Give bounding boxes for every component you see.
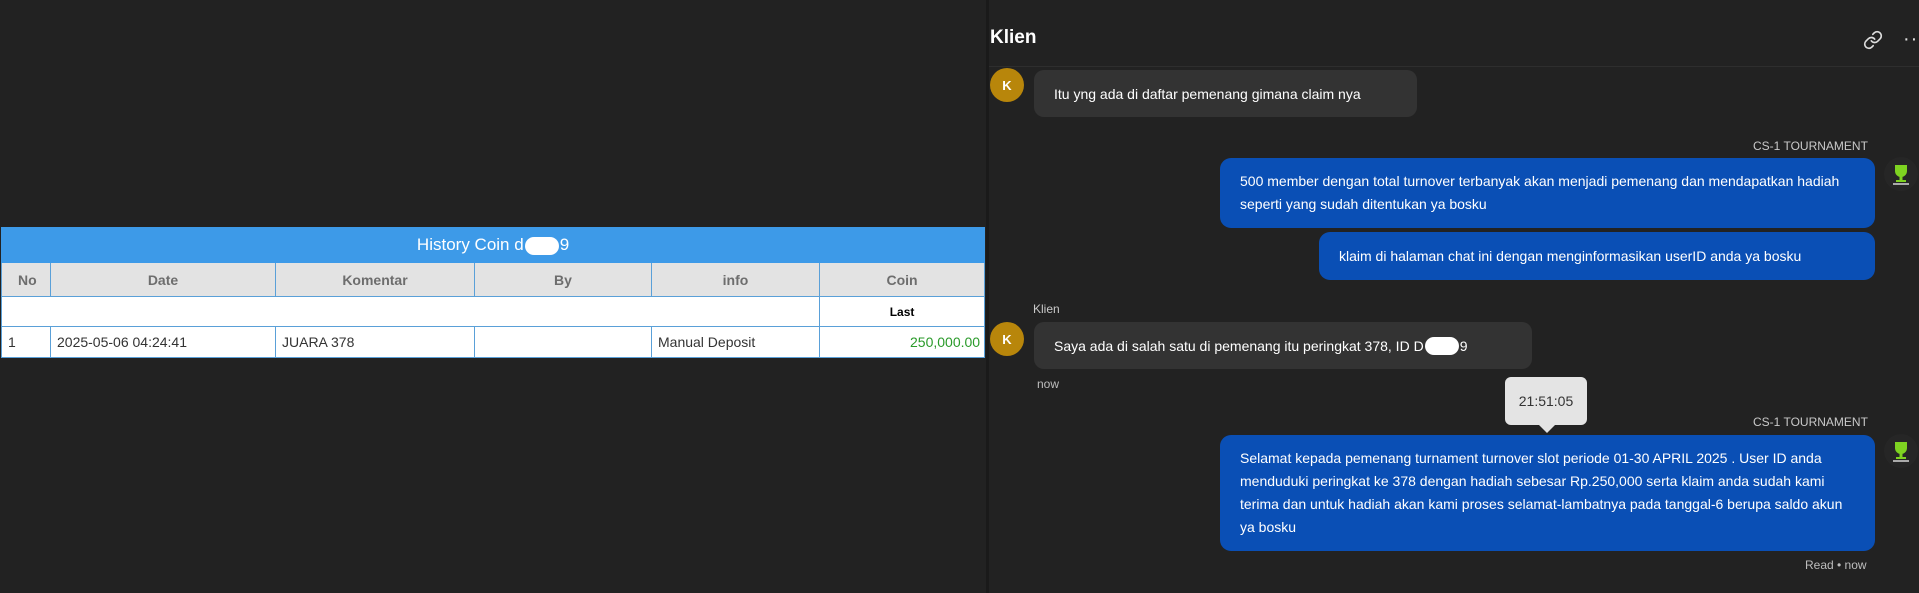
column-header-info: info	[651, 262, 820, 297]
history-coin-table: History Coin d 9 No Date Komentar By info…	[0, 227, 986, 358]
sender-label: CS-1 TOURNAMENT	[1753, 139, 1868, 153]
cell-no: 1	[1, 326, 51, 358]
table-title: History Coin d 9	[0, 227, 986, 263]
column-header-by: By	[474, 262, 652, 297]
chat-panel: Klien ··· K Itu yng ada di daftar pemena…	[989, 0, 1919, 593]
cell-info: Manual Deposit	[651, 326, 820, 358]
link-icon[interactable]	[1863, 30, 1883, 50]
table-title-suffix: 9	[559, 235, 570, 254]
message-timestamp: now	[1037, 377, 1060, 391]
agent-avatar	[1884, 157, 1918, 191]
sender-label: CS-1 TOURNAMENT	[1753, 415, 1868, 429]
trophy-logo-icon	[1893, 442, 1909, 462]
sender-label: Klien	[1033, 302, 1060, 316]
table-row: 1 2025-05-06 04:24:41 JUARA 378 Manual D…	[1, 326, 986, 358]
message-text-suffix: 9	[1459, 337, 1468, 354]
message-bubble-outgoing: 500 member dengan total turnover terbany…	[1220, 158, 1875, 228]
message-bubble-incoming: Itu yng ada di daftar pemenang gimana cl…	[1034, 70, 1417, 117]
message-bubble-outgoing: klaim di halaman chat ini dengan menginf…	[1319, 232, 1875, 280]
subheader-last: Last	[818, 296, 986, 327]
redaction-mark	[524, 236, 559, 255]
chat-header: Klien ···	[989, 0, 1919, 67]
table-title-prefix: History Coin d	[416, 235, 524, 254]
column-header-komentar: Komentar	[275, 262, 475, 297]
column-header-no: No	[1, 262, 51, 297]
column-header-coin: Coin	[818, 262, 986, 297]
cell-coin: 250,000.00	[818, 326, 986, 358]
message-text: Saya ada di salah satu di pemenang itu p…	[1054, 337, 1424, 354]
avatar: K	[990, 68, 1024, 102]
subheader-spacer	[1, 296, 820, 327]
agent-avatar	[1884, 434, 1918, 468]
read-status: Read • now	[1805, 558, 1867, 572]
column-header-date: Date	[50, 262, 276, 297]
cell-date: 2025-05-06 04:24:41	[50, 326, 276, 358]
history-panel: History Coin d 9 No Date Komentar By info…	[0, 0, 986, 593]
more-options-icon[interactable]: ···	[1903, 28, 1919, 51]
avatar: K	[990, 322, 1024, 356]
chat-title: Klien	[990, 27, 1037, 48]
message-bubble-incoming: Saya ada di salah satu di pemenang itu p…	[1034, 322, 1532, 369]
cell-komentar: JUARA 378	[275, 326, 475, 358]
message-bubble-outgoing: Selamat kepada pemenang turnament turnov…	[1220, 435, 1875, 551]
cell-by	[474, 326, 652, 358]
trophy-logo-icon	[1893, 165, 1909, 185]
redaction-mark	[1424, 336, 1459, 355]
timestamp-tooltip: 21:51:05	[1505, 377, 1587, 433]
